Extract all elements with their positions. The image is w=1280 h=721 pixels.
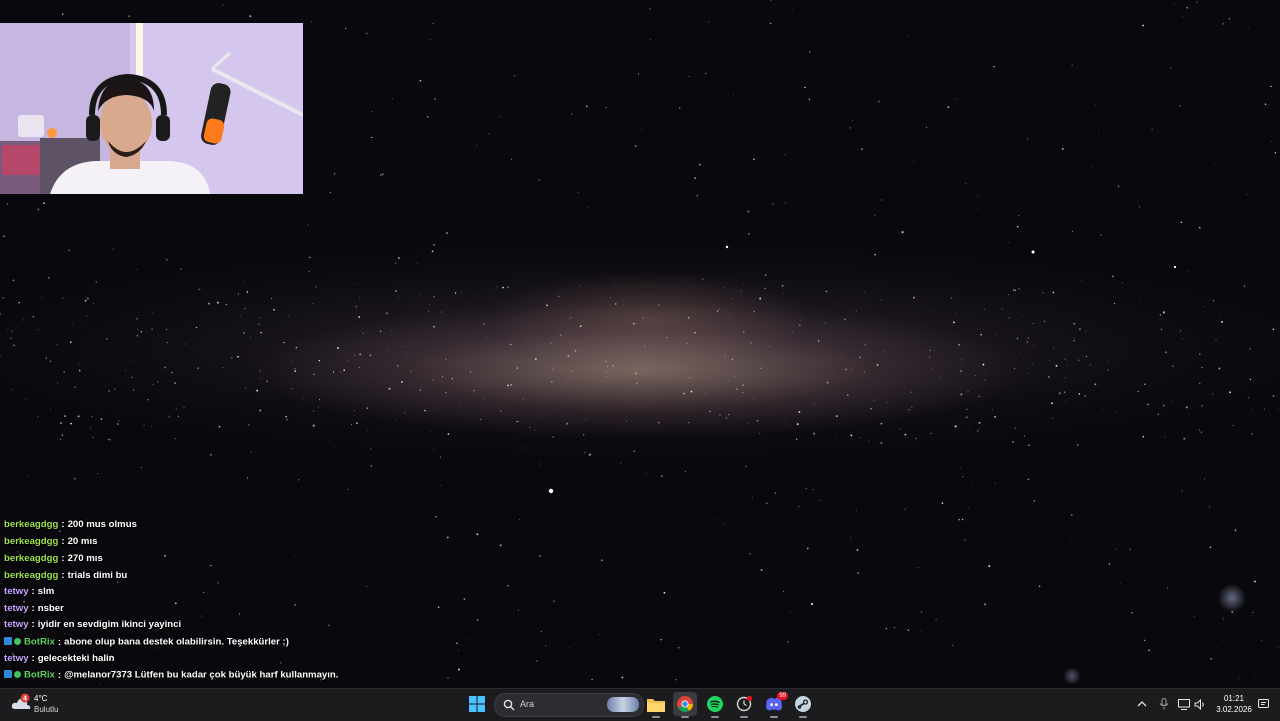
chat-text: trials dimi bu	[68, 570, 128, 581]
chat-separator: :	[61, 553, 64, 564]
notification-dot	[747, 696, 752, 701]
chat-username: tetwy	[4, 603, 29, 614]
chat-message: berkeagdgg:20 mıs	[4, 535, 97, 549]
chat-text: nsber	[38, 603, 64, 614]
weather-condition: Bulutlu	[34, 705, 58, 714]
clock-app-button[interactable]	[732, 692, 756, 716]
chat-username: tetwy	[4, 586, 29, 597]
folder-icon	[647, 697, 665, 712]
bot-badge-icon	[4, 637, 12, 645]
file-explorer-button[interactable]	[644, 692, 668, 716]
chat-separator: :	[32, 586, 35, 597]
weather-temperature: 4°C	[34, 694, 47, 703]
verified-badge-icon	[14, 671, 21, 678]
spotify-button[interactable]	[703, 692, 727, 716]
network-icon[interactable]	[1177, 697, 1191, 711]
discord-button[interactable]: 99	[762, 692, 786, 716]
chat-text: @melanor7373 Lütfen bu kadar çok büyük h…	[64, 670, 338, 681]
taskbar-clock[interactable]: 01:21 3.02.2026	[1212, 693, 1256, 715]
search-icon	[503, 699, 515, 711]
spotify-icon	[707, 696, 723, 712]
taskbar-search[interactable]: Ara	[494, 693, 644, 717]
notification-bell-icon[interactable]	[1256, 697, 1270, 711]
chat-message: BotRix:@melanor7373 Lütfen bu kadar çok …	[4, 668, 338, 682]
chat-text: abone olup bana destek olabilirsin. Teşe…	[64, 637, 289, 648]
chat-message: tetwy:slm	[4, 585, 54, 599]
bot-badges	[4, 635, 21, 649]
chat-separator: :	[32, 603, 35, 614]
chrome-button[interactable]	[673, 692, 697, 716]
chat-separator: :	[58, 637, 61, 648]
chat-text: 270 mıs	[68, 553, 103, 564]
verified-badge-icon	[14, 638, 21, 645]
bot-badges	[4, 668, 21, 682]
chat-message: tetwy:iyidir en sevdigim ikinci yayinci	[4, 618, 181, 632]
chat-username: BotRix	[24, 670, 55, 681]
clock-time: 01:21	[1212, 693, 1256, 704]
steam-icon	[795, 696, 811, 712]
start-button[interactable]	[465, 692, 489, 716]
chat-separator: :	[61, 519, 64, 530]
microphone-icon[interactable]	[1157, 697, 1171, 711]
chat-separator: :	[32, 619, 35, 630]
chrome-icon	[677, 696, 693, 712]
clock-app-icon	[736, 696, 752, 712]
chat-separator: :	[32, 653, 35, 664]
chat-message: berkeagdgg:200 mus olmus	[4, 518, 137, 532]
stream-chat-overlay: berkeagdgg:200 mus olmusberkeagdgg:20 mı…	[4, 518, 424, 686]
chat-username: BotRix	[24, 637, 55, 648]
chat-message: BotRix:abone olup bana destek olabilirsi…	[4, 635, 289, 649]
chat-separator: :	[58, 670, 61, 681]
discord-badge: 99	[777, 692, 788, 700]
cloud-icon: 4	[10, 693, 32, 715]
chat-text: gelecekteki halin	[38, 653, 115, 664]
chat-username: tetwy	[4, 653, 29, 664]
chat-username: berkeagdgg	[4, 553, 58, 564]
search-highlight-image	[607, 697, 639, 712]
search-placeholder: Ara	[520, 699, 534, 709]
chat-message: tetwy:nsber	[4, 602, 64, 616]
clock-date: 3.02.2026	[1212, 704, 1256, 715]
chat-username: tetwy	[4, 619, 29, 630]
volume-icon[interactable]	[1193, 697, 1207, 711]
tray-overflow-chevron-icon[interactable]	[1135, 697, 1149, 711]
weather-badge-count: 4	[23, 696, 27, 703]
windows-icon	[469, 696, 485, 712]
chat-text: 20 mıs	[68, 536, 98, 547]
chat-text: slm	[38, 586, 55, 597]
chat-message: berkeagdgg: trials dimi bu	[4, 569, 127, 583]
chat-username: berkeagdgg	[4, 536, 58, 547]
chat-message: tetwy:gelecekteki halin	[4, 652, 115, 666]
webcam-overlay	[0, 23, 303, 194]
streamer-webcam-image	[0, 23, 303, 194]
bot-badge-icon	[4, 670, 12, 678]
weather-widget[interactable]: 4 4°C Bulutlu	[8, 688, 88, 720]
chat-text: 200 mus olmus	[68, 519, 137, 530]
chat-text: iyidir en sevdigim ikinci yayinci	[38, 619, 181, 630]
chat-message: berkeagdgg:270 mıs	[4, 552, 103, 566]
chat-username: berkeagdgg	[4, 519, 58, 530]
chat-username: berkeagdgg	[4, 570, 58, 581]
chat-separator: :	[61, 570, 64, 581]
steam-button[interactable]	[791, 692, 815, 716]
chat-separator: :	[61, 536, 64, 547]
